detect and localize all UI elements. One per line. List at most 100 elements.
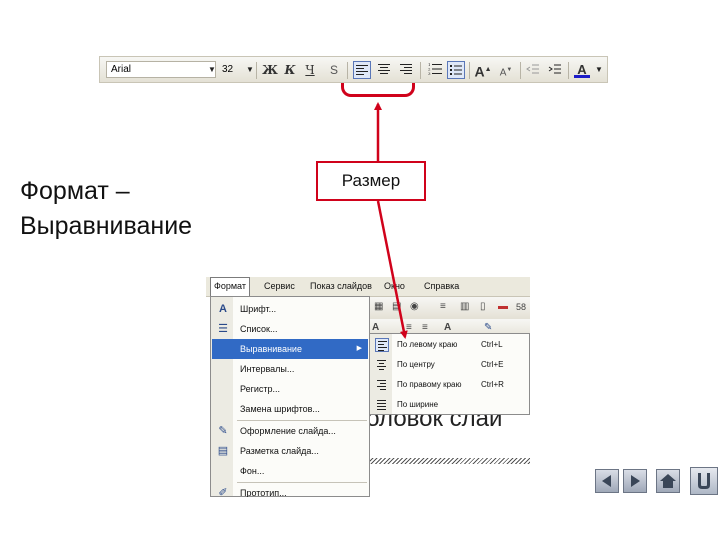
align-center-icon[interactable] — [375, 61, 393, 79]
menu-item-label: Фон... — [240, 466, 265, 476]
prev-slide-button[interactable] — [595, 469, 619, 493]
globe-icon: ◉ — [410, 301, 419, 312]
prev-slide-icon — [602, 475, 611, 487]
placeholder-border — [368, 458, 530, 464]
font-dropdown-icon[interactable]: ▼ — [208, 65, 216, 74]
font-a-icon: A — [372, 322, 380, 333]
font-a-icon: A — [219, 303, 227, 315]
home-button[interactable] — [656, 469, 680, 493]
menu-item-label: Замена шрифтов... — [240, 404, 320, 414]
indent-icon: ≡ — [406, 322, 412, 333]
menu-item-spacing[interactable]: Интервалы... — [212, 359, 368, 379]
font-size-dropdown-icon[interactable]: ▼ — [246, 65, 254, 74]
zoom-value: 58 — [516, 302, 527, 312]
grid-icon: ▥ — [460, 301, 470, 312]
decrease-indent-icon[interactable] — [524, 61, 542, 79]
list-icon: ☰ — [218, 323, 228, 335]
align-right-icon — [375, 378, 389, 392]
submenu-item-align-center[interactable]: По центру Ctrl+E — [371, 355, 529, 375]
slide-layout-icon: ▤ — [217, 445, 229, 457]
menu-help[interactable]: Справка — [424, 277, 459, 296]
highlight-bracket — [341, 83, 415, 97]
menu-window[interactable]: Окно — [384, 277, 405, 296]
slide-design-icon: ✎ — [218, 425, 228, 437]
numbering-icon[interactable]: 123 — [426, 61, 444, 79]
table-icon: ▦ — [374, 301, 384, 312]
formatting-toolbar: Arial ▼ 32 ▼ Ж К Ч S 123 A▲ A▼ A ▼ — [99, 56, 608, 83]
font-color-swatch — [574, 75, 590, 78]
font-color-icon[interactable]: A — [573, 61, 591, 79]
menu-item-label: Прототип... — [240, 488, 287, 497]
line-spacing-icon: ≡ — [440, 301, 446, 312]
menu-item-label: Выравнивание — [240, 344, 302, 354]
menu-item-slide-design[interactable]: ✎ Оформление слайда... — [212, 421, 368, 441]
submenu-item-label: По правому краю — [397, 380, 462, 389]
menu-bar: Формат Сервис Показ слайдов Окно Справка — [206, 277, 530, 297]
toolbar-separator — [568, 62, 569, 79]
submenu-item-label: По левому краю — [397, 340, 458, 349]
toolbar-separator — [256, 62, 257, 79]
format-menu: A Шрифт... ☰ Список... Выравнивание ▶ Ин… — [210, 296, 370, 497]
menu-service[interactable]: Сервис — [264, 277, 295, 296]
submenu-item-justify[interactable]: По ширине — [371, 395, 529, 415]
menu-item-prototype[interactable]: ✐ Прототип... — [212, 483, 368, 497]
shortcut-label: Ctrl+L — [481, 340, 503, 349]
menu-item-label: Список... — [240, 324, 278, 334]
submenu-item-label: По центру — [397, 360, 435, 369]
toolbar-separator — [420, 62, 421, 79]
chart-icon: ▤ — [392, 301, 402, 312]
shadow-icon[interactable]: S — [325, 61, 343, 79]
columns-icon: ▯ — [480, 301, 486, 312]
bold-icon[interactable]: Ж — [261, 61, 279, 79]
align-right-icon[interactable] — [397, 61, 415, 79]
submenu-item-align-left[interactable]: По левому краю Ctrl+L — [371, 335, 529, 355]
prototype-icon: ✐ — [218, 487, 228, 497]
toolbar-separator — [520, 62, 521, 79]
decrease-font-icon[interactable]: A▼ — [497, 61, 515, 79]
return-icon — [698, 473, 710, 489]
toolbar-separator — [347, 62, 348, 79]
color-icon: ▬ — [498, 301, 508, 312]
align-left-icon[interactable] — [353, 61, 371, 79]
menu-item-font[interactable]: A Шрифт... — [212, 299, 368, 319]
design-icon: ✎ — [484, 322, 493, 333]
menu-item-background[interactable]: Фон... — [212, 461, 368, 481]
slide-title-line1: Формат – — [20, 177, 130, 205]
align-left-icon — [375, 338, 389, 352]
home-icon — [660, 474, 676, 488]
svg-text:3: 3 — [428, 71, 431, 76]
increase-indent-icon[interactable] — [546, 61, 564, 79]
slide-title: Формат – Выравнивание — [20, 174, 192, 244]
increase-font-icon[interactable]: A▲ — [474, 61, 492, 80]
submenu-item-label: По ширине — [397, 400, 439, 409]
next-slide-icon — [631, 475, 640, 487]
next-slide-button[interactable] — [623, 469, 647, 493]
menu-format[interactable]: Формат — [210, 277, 250, 296]
menu-item-list[interactable]: ☰ Список... — [212, 319, 368, 339]
font-color-dropdown-icon[interactable]: ▼ — [595, 65, 603, 74]
italic-icon[interactable]: К — [281, 61, 299, 79]
menu-item-label: Разметка слайда... — [240, 446, 319, 456]
underline-icon[interactable]: Ч — [301, 61, 319, 79]
return-button[interactable] — [690, 467, 718, 495]
menu-item-alignment[interactable]: Выравнивание ▶ — [212, 339, 368, 359]
align-center-icon — [375, 358, 389, 372]
menu-item-slide-layout[interactable]: ▤ Разметка слайда... — [212, 441, 368, 461]
shortcut-label: Ctrl+E — [481, 360, 504, 369]
menu-item-label: Интервалы... — [240, 364, 295, 374]
font-name-box[interactable]: Arial — [106, 61, 216, 78]
submenu-arrow-icon: ▶ — [356, 345, 362, 352]
menu-slideshow[interactable]: Показ слайдов — [310, 277, 372, 296]
shortcut-label: Ctrl+R — [481, 380, 504, 389]
menu-item-replace-fonts[interactable]: Замена шрифтов... — [212, 399, 368, 419]
bullets-icon[interactable] — [447, 61, 465, 79]
submenu-item-align-right[interactable]: По правому краю Ctrl+R — [371, 375, 529, 395]
align-justify-icon — [375, 398, 389, 412]
menu-item-label: Регистр... — [240, 384, 281, 394]
font-size-box[interactable]: 32 — [220, 61, 248, 78]
alignment-submenu: По левому краю Ctrl+L По центру Ctrl+E П… — [369, 333, 530, 415]
toolbar-separator — [469, 62, 470, 79]
background-toolbar: ▦ ▤ ◉ ≡ ▥ ▯ ▬ 58 — [366, 297, 530, 319]
menu-item-label: Шрифт... — [240, 304, 277, 314]
menu-item-case[interactable]: Регистр... — [212, 379, 368, 399]
